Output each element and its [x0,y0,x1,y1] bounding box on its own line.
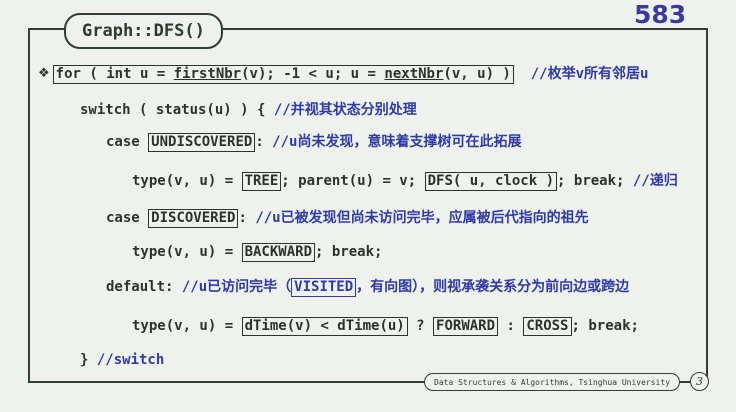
footer-course: Data Structures & Algorithms, Tsinghua U… [424,373,681,391]
for-comment: //枚举v所有邻居u [530,66,649,82]
backward-post: ; break; [315,244,383,260]
code-line-close: } //switch [80,350,164,370]
forward-pre: type(v, u) = [132,318,242,334]
default-comment-post: ，有向图），则视承袭关系分为前向边或跨边 [356,279,630,295]
slide: Graph::DFS() 583 ❖ for ( int u = firstNb… [0,0,736,412]
discovered-label: DISCOVERED [148,208,239,228]
switch-comment: //并视其状态分别处理 [273,102,417,118]
case-keyword: case [106,134,149,150]
dtime-compare: dTime(v) < dTime(u) [241,316,408,336]
close-brace: } [80,352,97,368]
page-number: 583 [634,0,687,29]
code-line-default: default: //u已访问完毕（ VISITED ，有向图），则视承袭关系分为前… [106,277,629,297]
default-comment: //u已访问完毕（ VISITED ，有向图），则视承袭关系分为前向边或跨边 [182,277,629,297]
slide-title: Graph::DFS() [64,13,223,49]
visited-label: VISITED [291,278,357,297]
for-loop-header: for ( int u = firstNbr(v); -1 < u; u = n… [52,64,514,84]
tree-label: TREE [241,171,282,191]
frame-left-rule [28,28,30,382]
case-colon: : [255,134,273,150]
code-line-for: ❖ for ( int u = firstNbr(v); -1 < u; u =… [38,64,648,84]
for-end: (v, u) ) [443,65,511,82]
frame-right-rule [706,28,708,382]
code-line-switch: switch ( status(u) ) { //并视其状态分别处理 [80,100,417,120]
case-keyword: case [106,210,149,226]
tree-post: ; break; [557,173,633,189]
first-nbr-fn: firstNbr [173,65,242,82]
tree-comment: //递归 [632,173,678,189]
discovered-comment: //u已被发现但尚未访问完毕，应属被后代指向的祖先 [255,210,589,226]
forward-post: ; break; [571,318,639,334]
cross-label: CROSS [523,316,572,336]
undiscovered-label: UNDISCOVERED [148,132,256,152]
switch-code: switch ( status(u) ) { [80,102,274,118]
backward-pre: type(v, u) = [132,244,242,260]
code-line-backward: type(v, u) = BACKWARD ; break; [132,242,382,262]
dfs-call: DFS( u, clock ) [424,171,558,191]
case-colon: : [238,210,256,226]
ternary-q: ? [407,318,434,334]
footer-badge: 3 [690,372,709,391]
tree-pre: type(v, u) = [132,173,242,189]
undiscovered-comment: //u尚未发现，意味着支撑树可在此拓展 [272,134,522,150]
code-line-case-discovered: case DISCOVERED : //u已被发现但尚未访问完毕，应属被后代指向… [106,208,589,228]
code-line-case-undiscovered: case UNDISCOVERED : //u尚未发现，意味着支撑树可在此拓展 [106,132,521,152]
backward-label: BACKWARD [241,242,316,262]
forward-label: FORWARD [433,316,499,336]
default-keyword: default: [106,279,182,295]
tree-mid: ; parent(u) = v; [281,173,425,189]
default-comment-pre: //u已访问完毕（ [181,279,292,295]
next-nbr-fn: nextNbr [384,65,444,82]
ternary-colon: : [498,318,524,334]
code-line-forward: type(v, u) = dTime(v) < dTime(u) ? FORWA… [132,316,639,336]
close-comment: //switch [96,352,165,368]
code-line-tree: type(v, u) = TREE ; parent(u) = v; DFS( … [132,171,678,191]
bullet-icon: ❖ [38,66,50,81]
for-keyword: for ( int u = [55,65,174,82]
for-condition: (v); -1 < u; u = [241,65,385,82]
